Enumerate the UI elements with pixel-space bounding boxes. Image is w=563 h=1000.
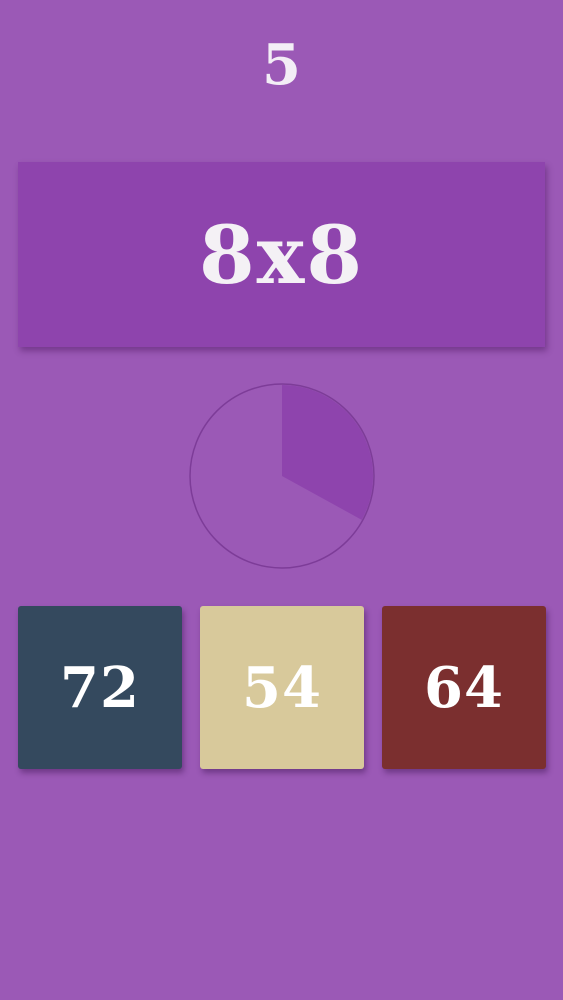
answer-button-1[interactable]: 72	[18, 606, 182, 769]
answer-label-2: 54	[242, 654, 322, 721]
question-text: 8x8	[198, 207, 365, 302]
answer-label-3: 64	[424, 654, 504, 721]
answer-label-1: 72	[60, 654, 140, 721]
answer-button-3[interactable]: 64	[382, 606, 546, 769]
score-counter: 5	[262, 32, 301, 98]
answer-button-2[interactable]: 54	[200, 606, 364, 769]
question-card: 8x8	[18, 162, 545, 347]
timer-pie-chart	[189, 383, 375, 569]
countdown-timer	[189, 383, 375, 569]
